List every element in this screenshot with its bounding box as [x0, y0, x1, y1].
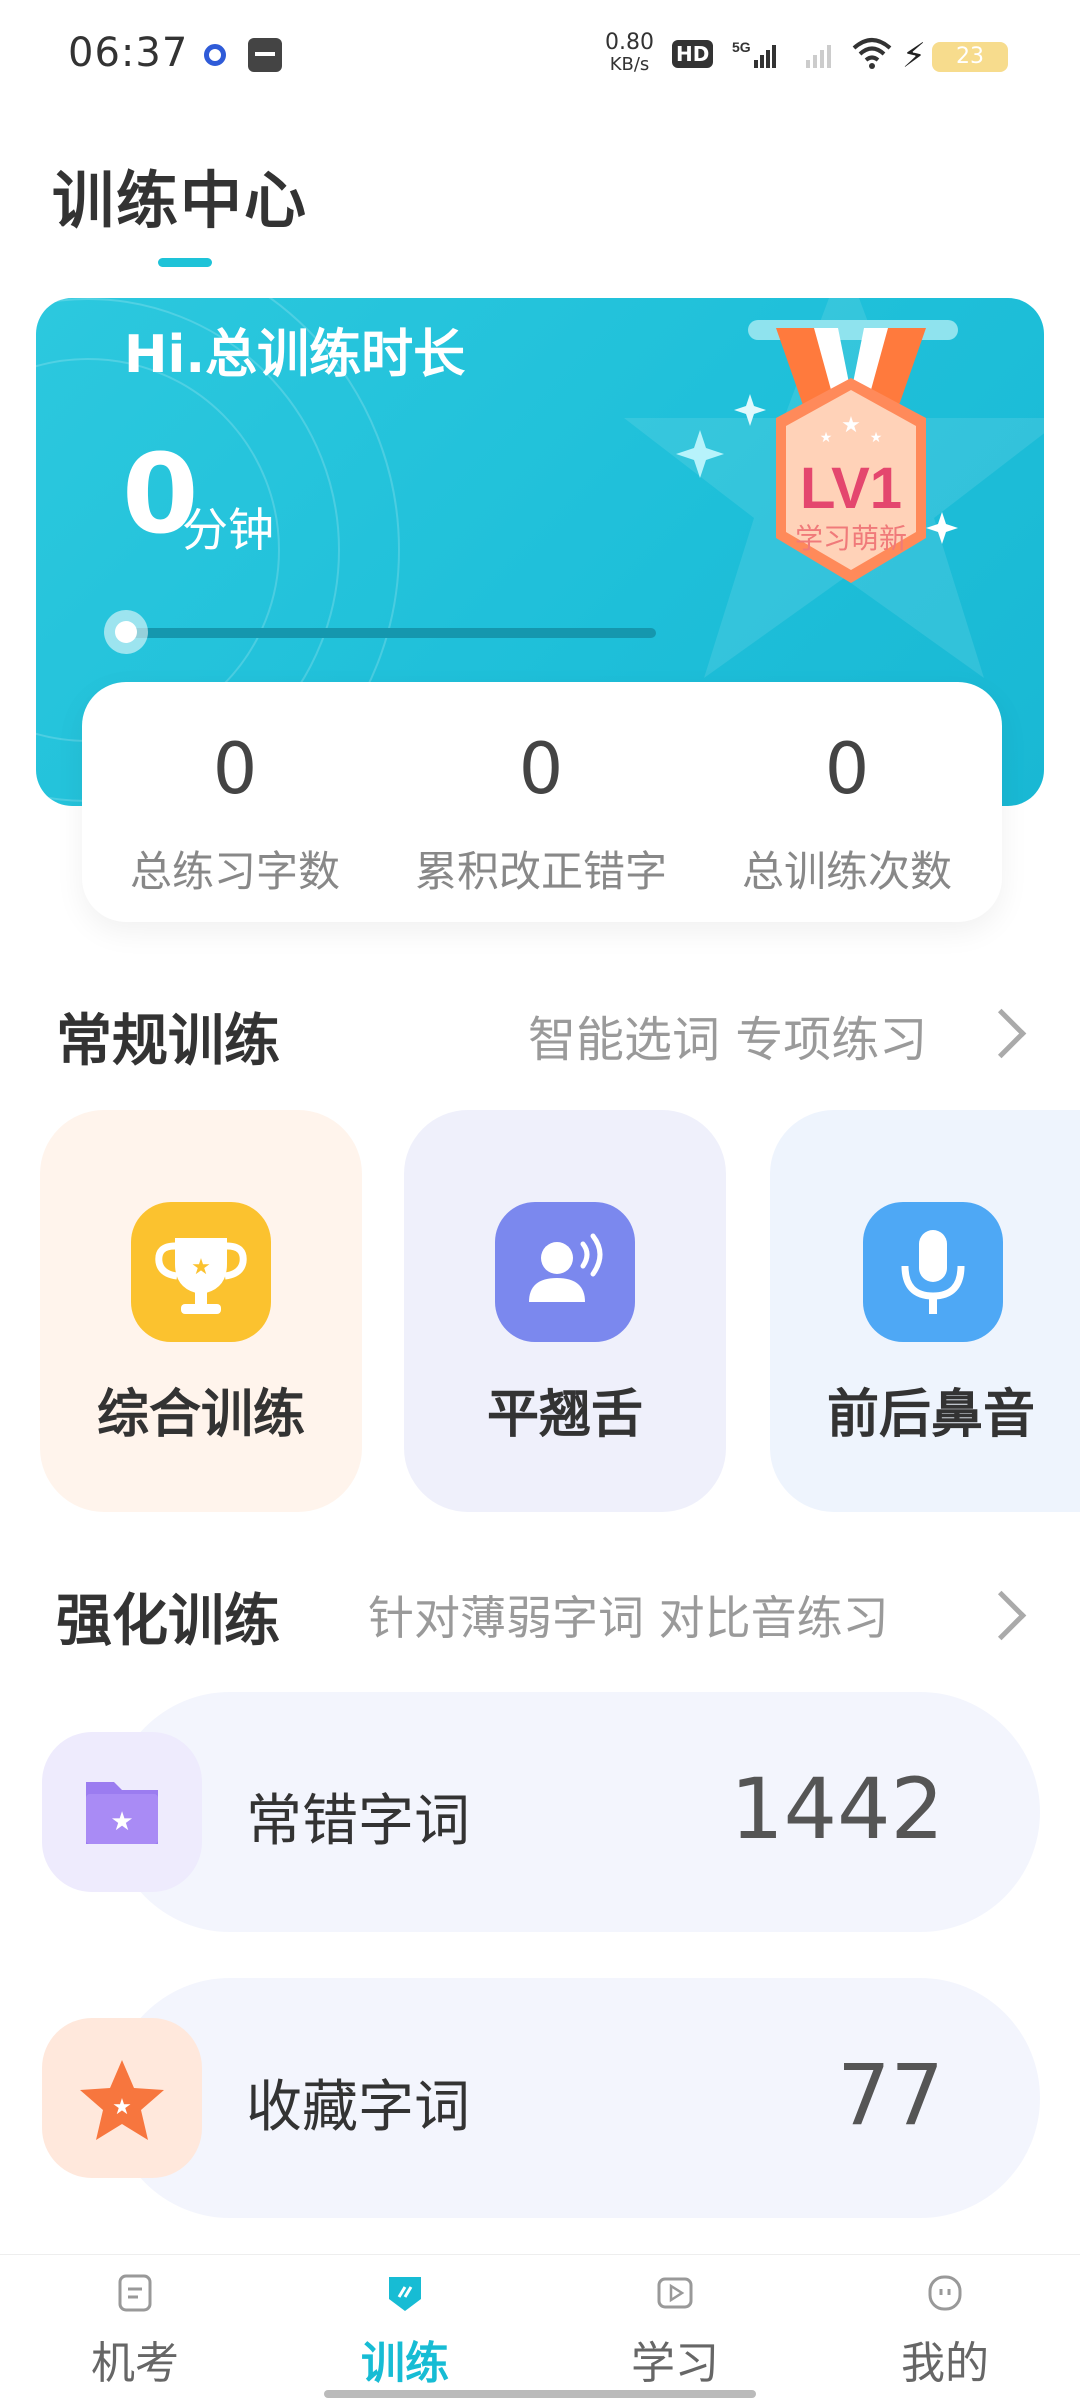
badge-level: LV1	[800, 456, 902, 521]
status-time: 06:37	[68, 30, 189, 76]
stat-total-sessions: 0 总训练次数	[694, 682, 1000, 922]
row-label: 常错字词	[246, 1789, 470, 1854]
home-indicator[interactable]	[324, 2390, 756, 2398]
medal-badge-icon: ★ ★ ★ LV1 学习萌新	[676, 320, 958, 583]
tab-label: 机考	[91, 2338, 179, 2389]
tile-label: 平翘舌	[486, 1385, 643, 1445]
chevron-right-icon	[976, 1008, 1027, 1059]
title-underline	[158, 258, 212, 267]
tab-label: 学习	[631, 2338, 719, 2389]
chevron-right-icon	[976, 1590, 1027, 1641]
svg-text:★: ★	[191, 1255, 211, 1280]
wifi-icon	[852, 38, 892, 69]
tab-training[interactable]: 训练	[270, 2255, 540, 2401]
network-speed-value: 0.80	[605, 30, 654, 55]
app-notification-icon	[248, 38, 282, 72]
star-icon: ★	[42, 2018, 202, 2178]
tab-exam[interactable]: 机考	[0, 2255, 270, 2401]
tab-mine[interactable]: 我的	[810, 2255, 1080, 2401]
row-count: 77	[837, 2046, 944, 2144]
stats-card: 0 总练习字数 0 累积改正错字 0 总训练次数	[82, 682, 1002, 922]
exam-icon	[118, 2274, 152, 2312]
regular-training-title: 常规训练	[56, 1009, 280, 1074]
intensive-training-title: 强化训练	[56, 1589, 280, 1654]
stat-value: 0	[518, 728, 564, 810]
microphone-icon	[863, 1202, 1003, 1342]
tile-label: 综合训练	[96, 1385, 305, 1445]
svg-text:★: ★	[870, 430, 883, 446]
network-speed-unit: KB/s	[609, 54, 650, 75]
level-progress-bar	[126, 628, 656, 638]
training-icon	[389, 2277, 421, 2311]
tile-flat-retroflex[interactable]: 平翘舌	[404, 1110, 726, 1512]
charging-icon: ⚡	[902, 36, 926, 76]
intensive-training-more-link[interactable]: 针对薄弱字词 对比音练习	[364, 1578, 1044, 1648]
stat-total-words: 0 总练习字数	[82, 682, 388, 922]
network-speed: 0.80 KB/s	[605, 32, 654, 76]
trophy-icon: ★	[131, 1202, 271, 1342]
hero-greeting: Hi.总训练时长	[124, 325, 466, 385]
tab-label: 训练	[361, 2338, 449, 2389]
badge-title: 学习萌新	[795, 522, 907, 555]
regular-training-more-link[interactable]: 智能选词 专项练习	[524, 996, 1044, 1068]
regular-training-subtitle: 智能选词 专项练习	[528, 1012, 928, 1068]
network-type: 5G	[732, 39, 751, 55]
profile-icon	[928, 2275, 962, 2311]
total-duration-unit: 分钟	[182, 503, 274, 557]
row-label: 收藏字词	[246, 2075, 470, 2140]
tab-label: 我的	[901, 2338, 989, 2389]
svg-text:★: ★	[820, 430, 833, 446]
stat-label: 总训练次数	[741, 847, 952, 896]
tab-study[interactable]: 学习	[540, 2255, 810, 2401]
page-title: 训练中心	[52, 164, 309, 237]
signal-secondary-icon	[806, 45, 831, 68]
folder-star-icon: ★	[42, 1732, 202, 1892]
tile-comprehensive-training[interactable]: ★ 综合训练	[40, 1110, 362, 1512]
svg-text:★: ★	[841, 413, 861, 438]
hd-icon: HD	[672, 40, 714, 68]
row-count: 1442	[730, 1760, 944, 1858]
svg-text:★: ★	[110, 1807, 133, 1837]
tile-front-back-nasal[interactable]: 前后鼻音	[770, 1110, 1080, 1512]
signal-5g-icon: 5G	[732, 39, 776, 68]
stat-value: 0	[824, 728, 870, 810]
intensive-training-subtitle: 针对薄弱字词 对比音练习	[368, 1591, 889, 1645]
svg-text:★: ★	[112, 2095, 132, 2120]
stat-label: 累积改正错字	[414, 847, 667, 896]
notification-dot-icon	[204, 44, 226, 66]
battery-icon: 23	[932, 42, 1008, 72]
stat-value: 0	[212, 728, 258, 810]
tile-label: 前后鼻音	[826, 1385, 1035, 1445]
level-progress-knob	[104, 610, 148, 654]
bottom-tab-bar: 机考 训练 学习 我的	[0, 2254, 1080, 2401]
play-icon	[657, 2277, 693, 2309]
stat-corrected-errors: 0 累积改正错字	[388, 682, 694, 922]
speaker-person-icon	[495, 1202, 635, 1342]
stat-label: 总练习字数	[129, 847, 340, 896]
